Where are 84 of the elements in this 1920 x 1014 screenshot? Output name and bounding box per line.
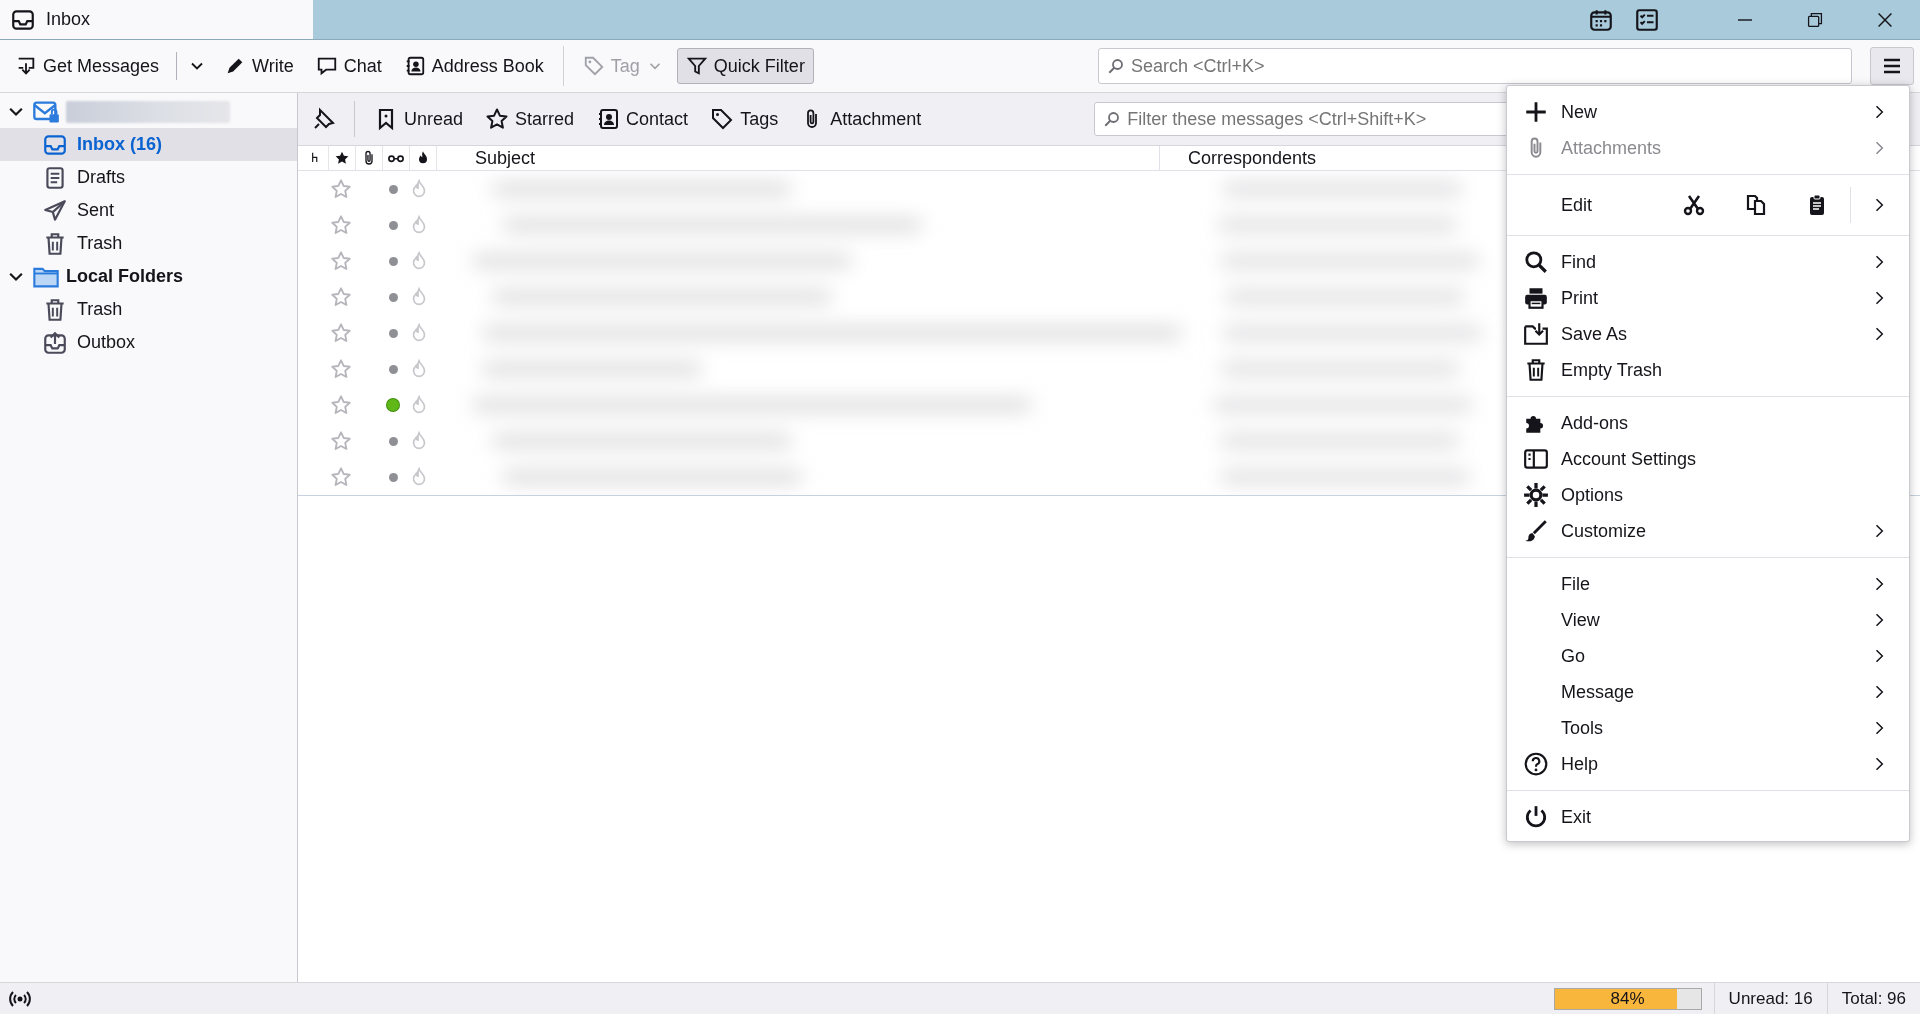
menu-item-label: Edit — [1561, 194, 1594, 216]
menu-button[interactable] — [1870, 47, 1914, 85]
save-folder-icon — [1523, 321, 1549, 347]
unread-count: Unread: 16 — [1713, 982, 1827, 1014]
tab[interactable]: Inbox — [0, 0, 313, 39]
filter-toggle[interactable]: Tags — [701, 101, 788, 137]
read-status-dot[interactable] — [388, 328, 398, 338]
folder-item[interactable]: Sent — [0, 194, 297, 227]
tab-title: Inbox — [46, 9, 91, 30]
star-icon — [334, 150, 350, 166]
pin-icon — [312, 107, 336, 131]
column-header[interactable]: Subject — [437, 146, 1160, 170]
funnel-icon — [685, 55, 708, 77]
tag-icon — [710, 107, 735, 131]
menu-item[interactable]: Options — [1507, 477, 1909, 513]
toolbar-button[interactable]: Address Book — [394, 48, 553, 84]
read-status-dot[interactable] — [388, 256, 398, 266]
filter-toggle[interactable]: Attachment — [791, 101, 931, 137]
filter-toggle[interactable]: Contact — [587, 101, 698, 137]
contact-card-icon — [596, 107, 621, 131]
star-toggle[interactable] — [330, 466, 352, 488]
search-icon — [1103, 110, 1122, 128]
folder-item[interactable]: Inbox (16) — [0, 128, 297, 161]
folder-item[interactable]: Outbox — [0, 326, 297, 359]
star-toggle[interactable] — [330, 250, 352, 272]
tag-icon — [582, 55, 605, 77]
menu-item[interactable]: Exit — [1507, 799, 1909, 835]
scissors-icon — [1682, 193, 1707, 217]
plus-icon — [1523, 99, 1549, 125]
star-toggle[interactable] — [330, 178, 352, 200]
chat-bubble-icon — [315, 55, 338, 77]
star-toggle[interactable] — [330, 286, 352, 308]
help-icon — [1523, 751, 1549, 777]
folder-item[interactable]: Trash — [0, 227, 297, 260]
printer-icon — [1523, 285, 1549, 311]
menu-item[interactable]: View — [1507, 602, 1909, 638]
minimize-icon — [1737, 18, 1753, 21]
paper-plane-icon — [42, 197, 68, 224]
menu-item[interactable]: Help — [1507, 746, 1909, 782]
menu-item[interactable]: Message — [1507, 674, 1909, 710]
menu-item[interactable]: Find — [1507, 244, 1909, 280]
progress-label: 84% — [1609, 988, 1646, 1009]
star-toggle[interactable] — [330, 214, 352, 236]
menu-item[interactable]: Tools — [1507, 710, 1909, 746]
read-status-dot[interactable] — [388, 436, 398, 446]
menu-item[interactable]: Empty Trash — [1507, 352, 1909, 388]
filter-toggle[interactable]: Unread — [365, 101, 473, 137]
read-status-dot[interactable] — [388, 220, 398, 230]
menu-item[interactable]: Add-ons — [1507, 405, 1909, 441]
brush-icon — [1523, 518, 1549, 544]
menu-item[interactable]: Print — [1507, 280, 1909, 316]
toolbar-button[interactable]: Write — [215, 48, 303, 84]
menu-item[interactable]: Go — [1507, 638, 1909, 674]
menu-item[interactable]: Customize — [1507, 513, 1909, 549]
star-toggle[interactable] — [330, 322, 352, 344]
menu-item[interactable]: File — [1507, 566, 1909, 602]
read-status-dot[interactable] — [388, 472, 398, 482]
task-list-icon — [1634, 6, 1660, 33]
search-field[interactable]: Search <Ctrl+K> — [1098, 48, 1852, 84]
read-status-dot[interactable] — [388, 292, 398, 302]
gear-icon — [1523, 482, 1549, 508]
filter-toggle[interactable]: Starred — [476, 101, 584, 137]
folder-item[interactable]: Trash — [0, 293, 297, 326]
star-toggle[interactable] — [330, 358, 352, 380]
outbox-icon — [42, 329, 68, 356]
search-icon — [1107, 57, 1125, 75]
menu-item[interactable]: Save As — [1507, 316, 1909, 352]
panel-icon — [1523, 446, 1549, 472]
folder-item[interactable]: Drafts — [0, 161, 297, 194]
star-icon — [485, 107, 510, 131]
toolbar-button[interactable]: Get Messages — [6, 48, 169, 84]
read-status-dot[interactable] — [387, 399, 399, 411]
search-icon — [1523, 249, 1549, 275]
read-status-dot[interactable] — [388, 184, 398, 194]
read-status-dot[interactable] — [388, 364, 398, 374]
folder-label: Local Folders — [66, 266, 184, 287]
folder-row[interactable]: Local Folders — [0, 260, 297, 293]
power-icon — [1523, 804, 1549, 830]
total-count: Total: 96 — [1826, 982, 1920, 1014]
toolbar-button[interactable]: Chat — [306, 48, 391, 84]
toolbar-button[interactable]: Quick Filter — [676, 48, 814, 84]
menu-item[interactable]: Account Settings — [1507, 441, 1909, 477]
star-toggle[interactable] — [330, 430, 352, 452]
star-toggle[interactable] — [330, 394, 352, 416]
